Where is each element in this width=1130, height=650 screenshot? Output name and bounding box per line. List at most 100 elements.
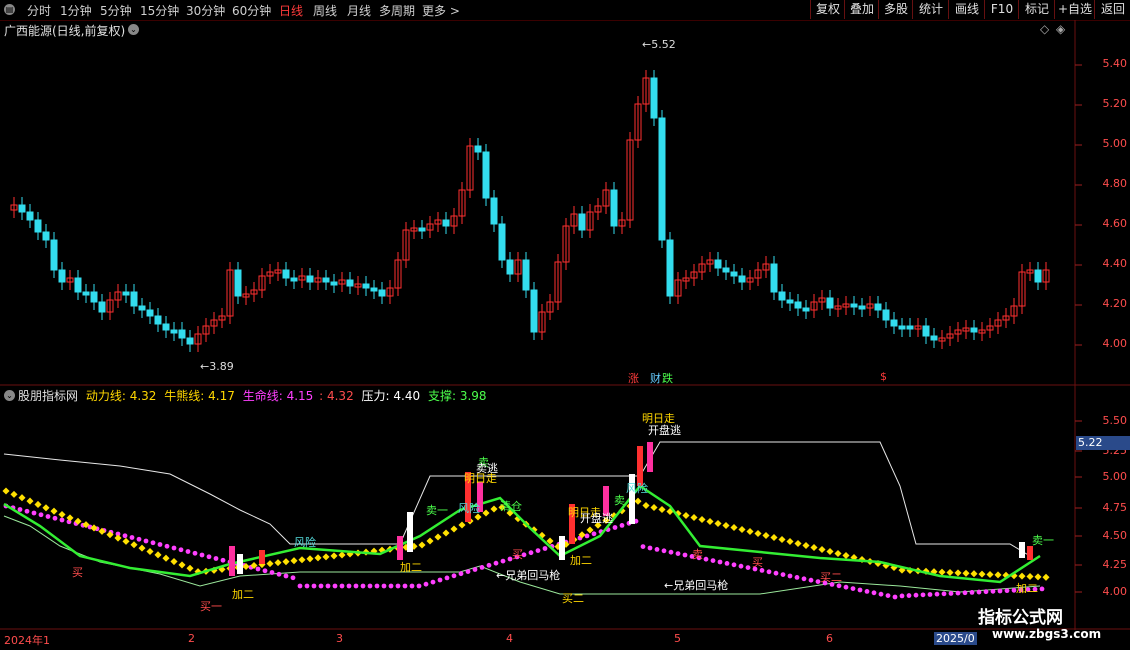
indicator-tick: 4.25 <box>1102 558 1128 571</box>
power-line-dot <box>2 487 10 495</box>
indicator-panel[interactable]: ⌄ 股朋指标网 动力线: 4.32 牛熊线: 4.17 生命线: 4.15 : … <box>0 386 1130 630</box>
signal-label: 加二 <box>570 554 592 567</box>
price-tick: 4.40 <box>1102 257 1128 270</box>
life-line-dot <box>17 507 23 512</box>
add-watchlist-button[interactable]: +自选 <box>1054 0 1095 19</box>
period-tab-monthly[interactable]: 月线 <box>347 2 371 19</box>
life-line-dot <box>885 593 891 598</box>
menu-icon[interactable]: ▤ <box>4 4 15 15</box>
f10-button[interactable]: F10 <box>984 0 1019 19</box>
candle-body <box>906 325 914 330</box>
candlestick-chart <box>0 20 1130 386</box>
life-line-dot <box>164 543 170 549</box>
period-tab-fenshi[interactable]: 分时 <box>27 2 51 19</box>
life-line-dot <box>962 590 968 596</box>
life-line-dot <box>465 569 471 574</box>
life-line-dot <box>59 517 65 523</box>
life-line-dot <box>731 562 737 568</box>
event-tag-finance[interactable]: 财 <box>650 370 661 386</box>
power-line-dot <box>50 507 58 515</box>
signal-label: ←兄弟回马枪 <box>664 579 729 592</box>
signal-label: ←兄弟回马枪 <box>496 569 561 582</box>
price-tick: 4.80 <box>1102 177 1128 190</box>
draw-line-button[interactable]: 画线 <box>948 0 985 19</box>
high-price-label: ←5.52 <box>642 38 676 51</box>
period-tab-5min[interactable]: 5分钟 <box>100 2 132 19</box>
life-line-dot <box>332 583 338 589</box>
candle-body <box>482 151 490 199</box>
power-line-dot <box>482 509 490 517</box>
statistics-button[interactable]: 统计 <box>912 0 949 19</box>
period-tab-multi[interactable]: 多周期 <box>379 2 415 19</box>
multi-stock-button[interactable]: 多股 <box>878 0 913 19</box>
candle-body <box>770 263 778 293</box>
power-line-dot <box>314 554 322 562</box>
power-line-dot <box>802 541 810 550</box>
life-line-dot <box>927 592 933 597</box>
period-tab-1min[interactable]: 1分钟 <box>60 2 92 19</box>
life-line-dot <box>283 573 289 579</box>
candle-body <box>18 204 26 213</box>
period-tab-60min[interactable]: 60分钟 <box>232 2 271 19</box>
high-value: 5.52 <box>651 38 676 51</box>
indicator-tick: 4.00 <box>1102 585 1128 598</box>
event-tag-dollar[interactable]: $ <box>880 370 887 383</box>
overlay-button[interactable]: 叠加 <box>844 0 879 19</box>
candle-body <box>162 323 170 331</box>
candle-body <box>722 267 730 273</box>
life-line-dot <box>311 583 317 589</box>
period-tab-daily[interactable]: 日线 <box>279 2 303 19</box>
candle-body <box>826 297 834 309</box>
signal-label: 明日走 <box>464 472 497 485</box>
signal-label: 卖 <box>692 548 703 561</box>
watermark: 指标公式网 www.zbgs3.com <box>978 603 1128 645</box>
power-line-dot <box>994 571 1002 579</box>
mark-button[interactable]: 标记 <box>1018 0 1055 19</box>
date-tick: 5 <box>674 632 681 645</box>
life-line-dot <box>794 575 800 580</box>
life-line-dot <box>269 570 275 575</box>
life-line-dot <box>899 593 905 599</box>
signal-label: 卖 <box>614 494 625 507</box>
period-tab-weekly[interactable]: 周线 <box>313 2 337 19</box>
main-chart-panel[interactable]: 广西能源(日线,前复权) ⌄ ◇ ◈ 5.40 5.20 5.00 4.80 4… <box>0 20 1130 386</box>
life-line-dot <box>668 549 674 555</box>
signal-label: 卖一 <box>1032 534 1054 547</box>
life-line-dot <box>423 581 429 587</box>
more-button[interactable]: 更多 > <box>422 2 460 19</box>
power-line-dot <box>442 529 450 537</box>
power-line-dot <box>946 568 954 577</box>
indicator-tick: 4.75 <box>1102 501 1128 514</box>
power-line-dot <box>42 504 50 512</box>
signal-bar <box>1027 546 1033 560</box>
fuquan-button[interactable]: 复权 <box>810 0 845 19</box>
life-line-dot <box>276 571 282 577</box>
back-button[interactable]: 返回 <box>1094 0 1130 19</box>
life-line-dot <box>871 590 877 596</box>
power-line-dot <box>714 519 722 528</box>
signal-label: 买 <box>512 548 523 561</box>
power-line-dot <box>1026 572 1034 581</box>
life-line-dot <box>857 587 863 593</box>
candle-body <box>58 269 66 283</box>
power-line-dot <box>58 510 66 519</box>
date-axis: 2024年1 2 3 4 5 6 2025/0 <box>0 630 1130 650</box>
event-tag-fall[interactable]: 跌 <box>662 370 673 386</box>
life-line-dot <box>388 583 394 589</box>
event-tag-rise[interactable]: 涨 <box>628 370 639 386</box>
power-line-dot <box>10 490 18 498</box>
power-line-dot <box>762 531 770 540</box>
current-price-badge: 5.22 <box>1076 436 1130 450</box>
candle-body <box>26 211 34 221</box>
life-line-dot <box>402 583 408 589</box>
power-line-dot <box>450 525 458 533</box>
candle-body <box>786 299 794 304</box>
power-line-dot <box>690 513 698 522</box>
life-line-dot <box>934 591 940 597</box>
candle-body <box>330 281 338 286</box>
power-line-dot <box>650 503 658 512</box>
life-line-dot <box>129 535 135 540</box>
period-tab-30min[interactable]: 30分钟 <box>186 2 225 19</box>
period-tab-15min[interactable]: 15分钟 <box>140 2 179 19</box>
life-line-dot <box>157 542 163 547</box>
